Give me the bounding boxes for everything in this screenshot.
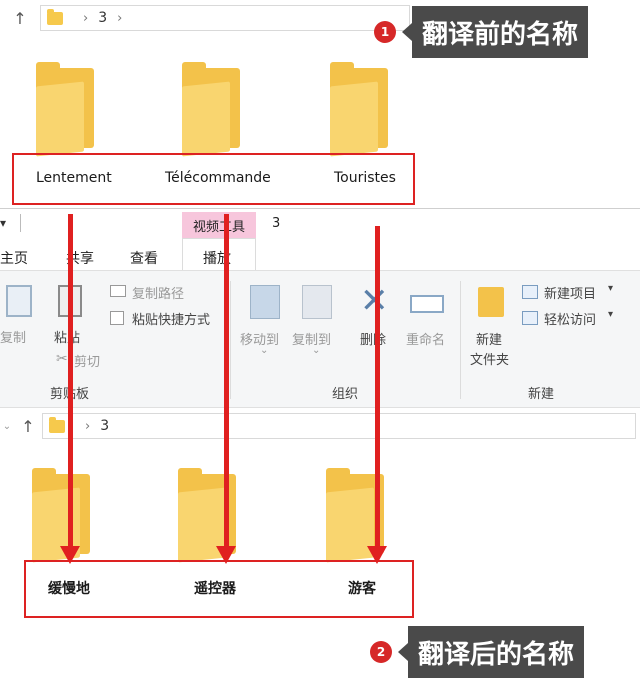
red-arrow-icon	[367, 226, 387, 564]
copy-to-icon	[302, 285, 332, 319]
new-folder-button-line2[interactable]: 文件夹	[470, 349, 509, 368]
annotation-number: 2	[370, 641, 392, 663]
rename-icon	[410, 295, 444, 313]
context-tab-header: 视频工具	[182, 212, 256, 238]
chevron-down-icon[interactable]: ⌄	[0, 421, 14, 432]
paste-shortcut-icon	[110, 311, 124, 325]
scissors-icon: ✂	[56, 351, 68, 367]
folder-icon[interactable]	[326, 62, 390, 157]
chevron-down-icon[interactable]: ▾	[608, 309, 613, 320]
folder-name-label[interactable]: Touristes	[334, 170, 396, 186]
tab-home[interactable]: 主页	[0, 248, 28, 268]
tab-view[interactable]: 查看	[130, 248, 158, 268]
divider	[230, 281, 231, 399]
annotation-before: 1 翻译前的名称	[374, 6, 589, 58]
annotation-number: 1	[374, 21, 396, 43]
up-arrow-icon[interactable]: ↑	[14, 417, 42, 436]
copy-path-icon	[110, 285, 126, 297]
copy-button[interactable]: 复制	[0, 327, 26, 346]
chevron-down-icon[interactable]: ⌄	[312, 345, 320, 356]
red-arrow-icon	[216, 214, 236, 564]
cut-button[interactable]: 剪切	[74, 351, 100, 370]
new-folder-icon	[478, 287, 504, 317]
easy-access-icon	[522, 311, 538, 325]
move-to-icon	[250, 285, 280, 319]
annotation-after: 2 翻译后的名称	[370, 626, 585, 678]
folder-icon[interactable]	[32, 62, 96, 157]
folder-name-label[interactable]: 游客	[348, 578, 376, 598]
folder-name-label[interactable]: Télécommande	[165, 170, 271, 186]
new-item-icon	[522, 285, 538, 299]
folder-icon	[49, 416, 65, 433]
quick-access-icon[interactable]: ▾	[0, 216, 6, 230]
chevron-down-icon[interactable]: ⌄	[260, 345, 268, 356]
pointer-icon	[398, 643, 408, 661]
bottom-address-box[interactable]: › 3	[42, 413, 636, 439]
divider	[20, 214, 21, 232]
folder-name-label[interactable]: Lentement	[36, 170, 112, 186]
chevron-down-icon[interactable]: ▾	[608, 283, 613, 294]
group-label-organize: 组织	[332, 387, 359, 402]
divider	[0, 208, 640, 209]
group-label-new: 新建	[528, 387, 555, 402]
path-segment[interactable]: 3	[100, 418, 109, 434]
delete-button[interactable]: 删除	[360, 329, 386, 348]
chevron-right-icon[interactable]: ›	[85, 419, 90, 434]
path-segment[interactable]: 3	[98, 10, 107, 26]
window-title: 3	[272, 216, 281, 231]
top-address-box[interactable]: › 3 ›	[40, 5, 410, 31]
easy-access-button[interactable]: 轻松访问	[544, 309, 596, 328]
ribbon-panel: 复制 粘贴 复制路径 粘贴快捷方式 ✂ 剪切 剪贴板 移动到 ⌄ 复制到 ⌄ ✕…	[0, 270, 640, 408]
folder-icon	[47, 8, 63, 25]
pointer-icon	[402, 23, 412, 41]
divider	[460, 281, 461, 399]
copy-path-button[interactable]: 复制路径	[132, 283, 184, 302]
annotation-text: 翻译前的名称	[412, 6, 589, 58]
copy-icon	[6, 285, 32, 317]
up-arrow-icon[interactable]: ↑	[0, 9, 40, 28]
paste-shortcut-button[interactable]: 粘贴快捷方式	[132, 309, 210, 328]
bottom-address-bar: ⌄ ↑ › 3	[0, 410, 640, 442]
new-folder-button-line1[interactable]: 新建	[476, 329, 502, 348]
annotation-text: 翻译后的名称	[408, 626, 585, 678]
folder-name-label[interactable]: 缓慢地	[48, 578, 90, 598]
rename-button[interactable]: 重命名	[406, 329, 445, 348]
folder-icon[interactable]	[178, 62, 242, 157]
folder-name-label[interactable]: 遥控器	[194, 578, 236, 598]
red-arrow-icon	[60, 214, 80, 564]
new-item-button[interactable]: 新建项目	[544, 283, 596, 302]
chevron-right-icon[interactable]: ›	[83, 11, 88, 26]
paste-button[interactable]: 粘贴	[54, 327, 80, 346]
chevron-right-icon[interactable]: ›	[117, 11, 122, 26]
